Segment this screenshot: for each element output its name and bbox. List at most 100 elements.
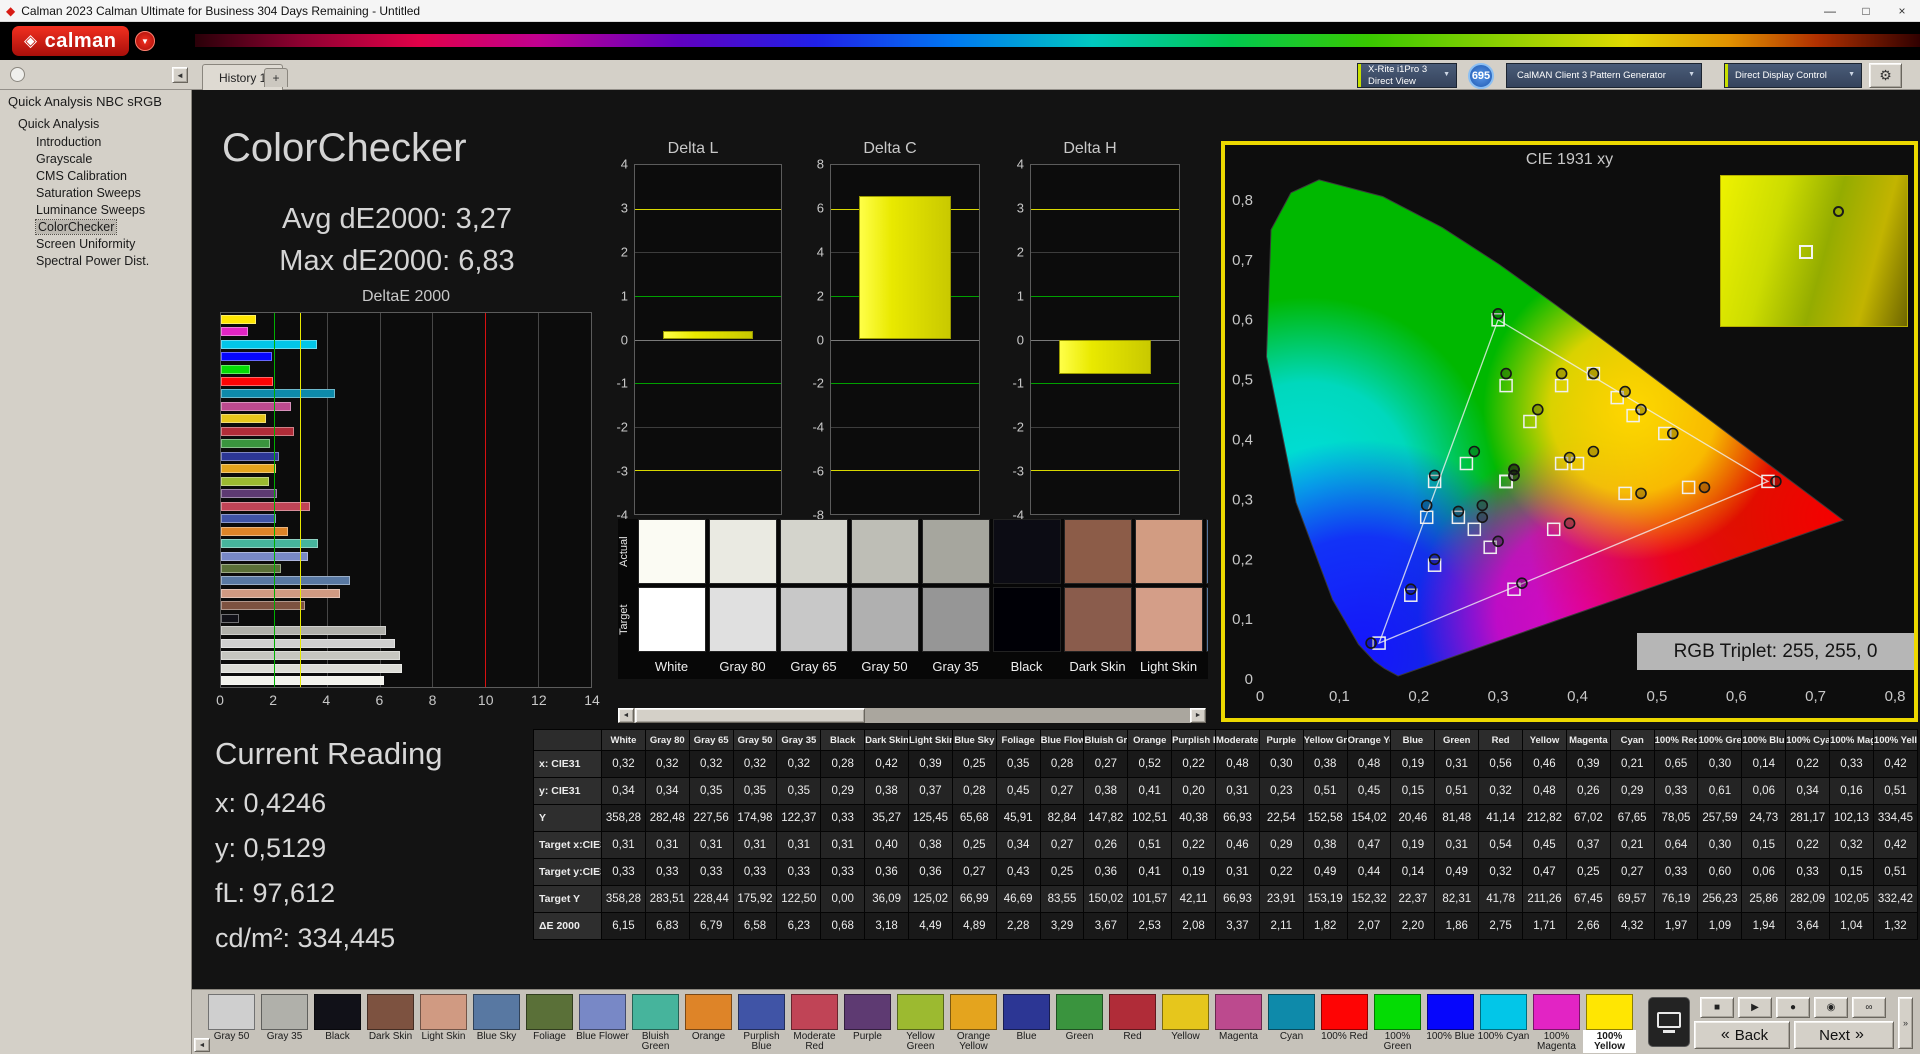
swatch-col-gray-80: Gray 80 (707, 519, 778, 679)
sidebar-item-colorchecker[interactable]: ColorChecker (0, 219, 191, 236)
patch-cell-100-blue[interactable]: 100% Blue (1424, 992, 1477, 1053)
gear-icon[interactable]: ⚙ (1869, 63, 1902, 88)
table-cell: 2,20 (1390, 912, 1436, 940)
minimize-button[interactable]: — (1812, 4, 1848, 18)
patch-label: 100% Blue (1426, 1031, 1475, 1042)
col-bluish-green: Bluish Green (1083, 729, 1129, 751)
sidebar-item-screen-uniformity[interactable]: Screen Uniformity (0, 236, 191, 253)
patch-cell-blue-flower[interactable]: Blue Flower (576, 992, 629, 1053)
close-button[interactable]: × (1884, 4, 1920, 18)
sidebar-menu-button[interactable] (10, 67, 25, 82)
display-control-dropdown[interactable]: Direct Display Control ▼ (1724, 63, 1862, 88)
rgb-triplet-readout: RGB Triplet: 255, 255, 0 (1637, 633, 1914, 670)
add-tab-button[interactable]: + (264, 68, 288, 87)
col-gray-65: Gray 65 (688, 729, 734, 751)
back-button[interactable]: « Back (1694, 1021, 1790, 1049)
patch-cell-blue-sky[interactable]: Blue Sky (470, 992, 523, 1053)
loop-button[interactable]: ∞ (1852, 997, 1886, 1018)
patch-cell-gray-35[interactable]: Gray 35 (258, 992, 311, 1053)
display-preview-button[interactable] (1648, 997, 1690, 1047)
swatch-col-gray-50: Gray 50 (849, 519, 920, 679)
table-cell: 0,19 (1390, 750, 1436, 778)
table-cell: 0,51 (1872, 777, 1919, 805)
sidebar-item-introduction[interactable]: Introduction (0, 134, 191, 151)
delta-h-chart: Delta H 4 3 2 1 0 -1 -2 -3 -4 (1000, 140, 1180, 523)
maximize-button[interactable]: □ (1848, 4, 1884, 18)
patch-swatch (1056, 994, 1103, 1030)
patch-cell-foliage[interactable]: Foliage (523, 992, 576, 1053)
meter-dropdown[interactable]: X-Rite i1Pro 3 Direct View ▼ (1357, 63, 1457, 88)
patch-cell-black[interactable]: Black (311, 992, 364, 1053)
sidebar-item-label: Screen Uniformity (36, 237, 136, 251)
col-purplish-blue: Purplish Blue (1171, 729, 1217, 751)
patch-cell-gray-50[interactable]: Gray 50 (205, 992, 258, 1053)
sidebar-collapse-button[interactable]: ◄ (172, 67, 188, 83)
patch-cell-100-magenta[interactable]: 100% Magenta (1530, 992, 1583, 1053)
sidebar-item-luminance-sweeps[interactable]: Luminance Sweeps (0, 202, 191, 219)
patch-cell-yellow[interactable]: Yellow (1159, 992, 1212, 1053)
sidebar-item-quick-analysis[interactable]: Quick Analysis (0, 115, 191, 134)
patch-cell-100-yellow[interactable]: 100% Yellow (1583, 992, 1636, 1053)
table-cell: 282,48 (644, 804, 690, 832)
delta-value-bar (662, 330, 754, 340)
sidebar-item-grayscale[interactable]: Grayscale (0, 151, 191, 168)
delta-c-yaxis: 8 6 4 2 0 -2 -4 -6 -8 (800, 157, 830, 523)
patch-cell-blue[interactable]: Blue (1000, 992, 1053, 1053)
actual-row-label: Actual (618, 536, 630, 567)
delta-y-tick: 0 (816, 332, 824, 347)
svg-text:0,1: 0,1 (1329, 688, 1350, 705)
patch-label: Gray 50 (213, 1031, 250, 1042)
sidebar-item-cms-calibration[interactable]: CMS Calibration (0, 168, 191, 185)
eye-button[interactable]: ◉ (1814, 997, 1848, 1018)
patch-cell-moderate-red[interactable]: Moderate Red (788, 992, 841, 1053)
scrollbar-thumb[interactable] (635, 708, 865, 723)
swatch-table-scrollbar[interactable]: ◄ ► (618, 708, 1206, 723)
table-cell: 0,32 (644, 750, 690, 778)
patch-label: 100% Yellow (1583, 1030, 1636, 1053)
patch-cell-purplish-blue[interactable]: Purplish Blue (735, 992, 788, 1053)
patch-cell-orange-yellow[interactable]: Orange Yellow (947, 992, 1000, 1053)
delta-gridline (1031, 208, 1179, 210)
logo-menu-button[interactable]: ▼ (135, 31, 155, 51)
table-cell: 3,67 (1083, 912, 1129, 940)
patch-cell-magenta[interactable]: Magenta (1212, 992, 1265, 1053)
patch-cell-green[interactable]: Green (1053, 992, 1106, 1053)
patch-cell-100-red[interactable]: 100% Red (1318, 992, 1371, 1053)
next-button[interactable]: Next » (1794, 1021, 1894, 1049)
patch-cell-dark-skin[interactable]: Dark Skin (364, 992, 417, 1053)
patch-cell-100-cyan[interactable]: 100% Cyan (1477, 992, 1530, 1053)
delta-y-tick: -3 (616, 463, 628, 479)
col-100-red: 100% Red (1653, 729, 1699, 751)
patch-cell-bluish-green[interactable]: Bluish Green (629, 992, 682, 1053)
patch-cell-cyan[interactable]: Cyan (1265, 992, 1318, 1053)
scroll-left-icon[interactable]: ◄ (618, 708, 634, 723)
strip-scroll-right-icon[interactable]: » (1898, 997, 1913, 1049)
play-button[interactable]: ▶ (1738, 997, 1772, 1018)
table-cell: 2,11 (1258, 912, 1304, 940)
table-cell: 24,73 (1741, 804, 1787, 832)
sidebar-item-saturation-sweeps[interactable]: Saturation Sweeps (0, 185, 191, 202)
patch-label: Purple (853, 1031, 882, 1042)
sidebar-item-spectral-power-dist-[interactable]: Spectral Power Dist. (0, 253, 191, 270)
pattern-generator-dropdown[interactable]: CalMAN Client 3 Pattern Generator ▼ (1506, 63, 1702, 88)
meter-count-badge[interactable]: 695 (1468, 63, 1494, 89)
table-cell: 1,94 (1741, 912, 1787, 940)
patch-label: Orange Yellow (956, 1031, 991, 1052)
patch-cell-100-green[interactable]: 100% Green (1371, 992, 1424, 1053)
swatch-label: Gray 65 (790, 659, 837, 674)
table-cell: 0,32 (688, 750, 734, 778)
stop-button[interactable]: ■ (1700, 997, 1734, 1018)
patch-cell-red[interactable]: Red (1106, 992, 1159, 1053)
patch-cell-purple[interactable]: Purple (841, 992, 894, 1053)
patch-cell-orange[interactable]: Orange (682, 992, 735, 1053)
scroll-right-icon[interactable]: ► (1190, 708, 1206, 723)
patch-cell-light-skin[interactable]: Light Skin (417, 992, 470, 1053)
record-button[interactable]: ● (1776, 997, 1810, 1018)
table-cell: 0,31 (1434, 831, 1480, 859)
delta-gridline (635, 295, 781, 297)
patch-swatch (632, 994, 679, 1030)
delta-y-tick: -4 (812, 419, 824, 435)
table-cell: 0,32 (776, 750, 822, 778)
deltae-bar-cyan (221, 389, 336, 399)
patch-cell-yellow-green[interactable]: Yellow Green (894, 992, 947, 1053)
